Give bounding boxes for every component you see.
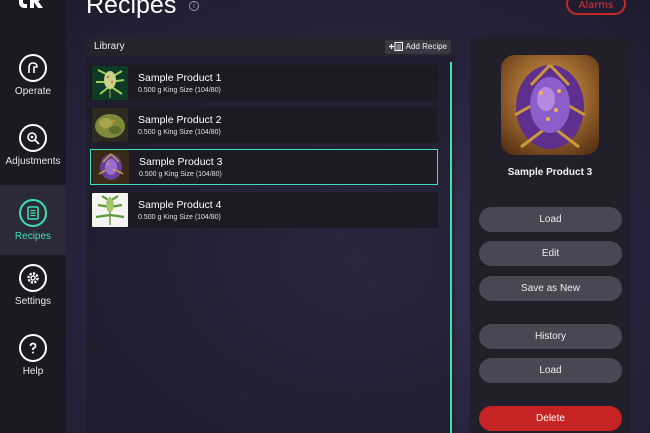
product-name: Sample Product 4 <box>138 199 222 211</box>
product-meta: 0.500 g King Size (104/80) <box>138 214 221 221</box>
page-title: Recipes <box>86 0 177 19</box>
save-as-new-button[interactable]: Save as New <box>479 276 622 301</box>
edit-button[interactable]: Edit <box>479 241 622 266</box>
adjustments-icon <box>19 123 47 152</box>
history-button[interactable]: History <box>479 324 622 349</box>
library-scrollbar[interactable] <box>450 62 452 433</box>
library-title: Library <box>94 41 125 52</box>
info-icon[interactable]: i <box>189 1 199 11</box>
product-meta: 0.500 g King Size (104/80) <box>138 87 221 94</box>
add-recipe-button[interactable]: Add Recipe <box>384 39 451 54</box>
product-thumbnail <box>92 108 128 142</box>
product-thumbnail <box>93 150 129 184</box>
sidebar-item-label: Adjustments <box>5 155 61 167</box>
sidebar-item-help[interactable]: Help <box>0 320 66 390</box>
list-item[interactable]: Sample Product 3 0.500 g King Size (104/… <box>90 149 438 185</box>
list-item[interactable]: Sample Product 1 0.500 g King Size (104/… <box>90 65 438 101</box>
operate-icon <box>19 53 47 82</box>
recipes-icon <box>19 198 47 227</box>
product-thumbnail <box>92 66 128 100</box>
alarms-button[interactable]: Alarms <box>566 0 626 15</box>
load-button[interactable]: Load <box>479 207 622 232</box>
recipe-detail-panel: Sample Product 3 Load Edit Save as New H… <box>470 37 630 433</box>
sidebar-item-settings[interactable]: Settings <box>0 250 66 320</box>
product-meta: 0.500 g King Size (104/80) <box>138 129 221 136</box>
sidebar-item-label: Settings <box>14 295 52 307</box>
product-thumbnail <box>92 193 128 227</box>
sidebar-item-label: Operate <box>14 85 52 97</box>
delete-button[interactable]: Delete <box>479 406 622 431</box>
load-secondary-button[interactable]: Load <box>479 358 622 383</box>
product-name: Sample Product 3 <box>139 156 223 168</box>
settings-icon <box>19 263 47 292</box>
sidebar-item-operate[interactable]: Operate <box>0 40 66 110</box>
library-header: Library Add Recipe <box>86 37 455 56</box>
sidebar-item-adjustments[interactable]: Adjustments <box>0 110 66 180</box>
product-meta: 0.500 g King Size (104/80) <box>139 171 222 178</box>
library-panel: Library Add Recipe Sample Product 1 0.50… <box>86 37 455 433</box>
selected-product-name: Sample Product 3 <box>507 167 593 178</box>
add-recipe-icon <box>388 42 403 51</box>
sidebar-item-recipes[interactable]: Recipes <box>0 185 66 255</box>
jr-logo <box>19 0 43 8</box>
list-item[interactable]: Sample Product 4 0.500 g King Size (104/… <box>90 192 438 228</box>
sidebar-item-label: Recipes <box>14 230 52 242</box>
sidebar: Operate Adjustments Recipes Settings Hel… <box>0 0 66 433</box>
sidebar-item-label: Help <box>22 365 44 377</box>
product-image <box>501 55 599 155</box>
list-item[interactable]: Sample Product 2 0.500 g King Size (104/… <box>90 107 438 143</box>
product-name: Sample Product 1 <box>138 72 222 84</box>
product-name: Sample Product 2 <box>138 114 222 126</box>
add-recipe-label: Add Recipe <box>405 42 447 51</box>
help-icon <box>19 333 47 362</box>
